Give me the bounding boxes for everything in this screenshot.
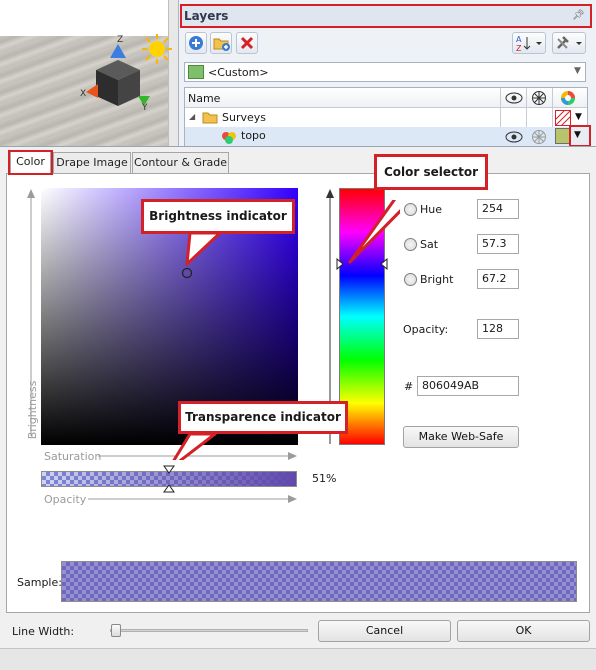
svg-text:Y: Y: [141, 103, 148, 113]
pin-icon[interactable]: 📌︎: [572, 10, 585, 21]
wireframe-icon[interactable]: [531, 90, 547, 106]
sat-label: Sat: [420, 238, 439, 251]
color-selector-callout: Color selector: [374, 154, 488, 190]
tree-collapse-icon[interactable]: ◢: [189, 112, 195, 121]
hex-color-field[interactable]: 806049AB: [417, 376, 519, 396]
sun-icon[interactable]: [142, 34, 172, 64]
visibility-eye-icon[interactable]: [505, 129, 523, 145]
svg-text:Z: Z: [117, 35, 123, 45]
layer-style-value: <Custom>: [208, 66, 269, 79]
chevron-down-icon: ▼: [574, 130, 581, 140]
svg-text:A: A: [516, 35, 522, 44]
hue-label: Hue: [420, 203, 443, 216]
opacity-axis-arrow: [88, 495, 297, 503]
ok-button[interactable]: OK: [457, 620, 590, 642]
hue-radio[interactable]: [404, 203, 417, 216]
tab-contour-grade[interactable]: Contour & Grade: [132, 152, 229, 173]
svg-text:Z: Z: [516, 44, 522, 53]
add-folder-button[interactable]: [210, 32, 232, 54]
layer-row-topo[interactable]: topo: [241, 129, 266, 142]
opacity-field[interactable]: 128: [477, 319, 519, 339]
transparence-indicator-handle[interactable]: [162, 465, 176, 493]
folder-icon: [202, 112, 218, 124]
bright-radio[interactable]: [404, 273, 417, 286]
hex-label: #: [404, 380, 414, 393]
make-web-safe-button[interactable]: Make Web-Safe: [403, 426, 519, 448]
transparence-indicator-callout: Transparence indicator: [178, 401, 348, 434]
no-color-swatch-icon[interactable]: [555, 110, 571, 126]
layers-panel-title: Layers: [184, 9, 229, 23]
tab-drape-image[interactable]: Drape Image: [53, 152, 131, 173]
cancel-button[interactable]: Cancel: [318, 620, 451, 642]
brightness-indicator-callout: Brightness indicator: [141, 199, 295, 234]
color-sample-overlay: [62, 562, 576, 601]
bright-field[interactable]: 67.2: [477, 269, 519, 289]
folder-add-icon: [213, 38, 230, 51]
terrain-icon: [222, 132, 236, 144]
chevron-down-icon[interactable]: ▼: [575, 112, 582, 122]
style-swatch-icon: [188, 65, 204, 79]
delete-icon: [240, 36, 254, 50]
sample-label: Sample:: [17, 576, 62, 589]
column-name-header[interactable]: Name: [188, 92, 220, 105]
opacity-percent: 51%: [312, 472, 337, 485]
opacity-axis-label: Opacity: [44, 493, 87, 506]
sort-az-icon: AZ: [516, 35, 542, 53]
saturation-axis-label: Saturation: [44, 450, 102, 463]
bright-label: Bright: [420, 273, 454, 286]
hue-field[interactable]: 254: [477, 199, 519, 219]
sort-button[interactable]: AZ: [512, 32, 546, 54]
line-width-slider-thumb[interactable]: [111, 624, 121, 637]
brightness-axis-label: Brightness: [26, 380, 39, 440]
color-wheel-icon[interactable]: [560, 90, 576, 106]
layers-panel-header: [180, 4, 592, 28]
tab-color-highlight: [8, 150, 53, 175]
opacity-label: Opacity:: [403, 323, 449, 336]
sat-radio[interactable]: [404, 238, 417, 251]
visibility-eye-icon[interactable]: [505, 90, 523, 106]
layer-row-surveys[interactable]: Surveys: [222, 111, 266, 124]
wireframe-icon[interactable]: [531, 129, 547, 145]
svg-text:X: X: [80, 89, 86, 99]
sat-field[interactable]: 57.3: [477, 234, 519, 254]
delete-layer-button[interactable]: [236, 32, 258, 54]
add-circle-icon: [189, 36, 203, 50]
add-layer-button[interactable]: [185, 32, 207, 54]
chevron-down-icon[interactable]: ▼: [574, 66, 581, 76]
tools-icon: [557, 36, 582, 49]
line-width-label: Line Width:: [12, 625, 75, 638]
line-width-slider-track[interactable]: [110, 629, 308, 632]
tools-button[interactable]: [552, 32, 586, 54]
status-bar: [0, 648, 596, 670]
